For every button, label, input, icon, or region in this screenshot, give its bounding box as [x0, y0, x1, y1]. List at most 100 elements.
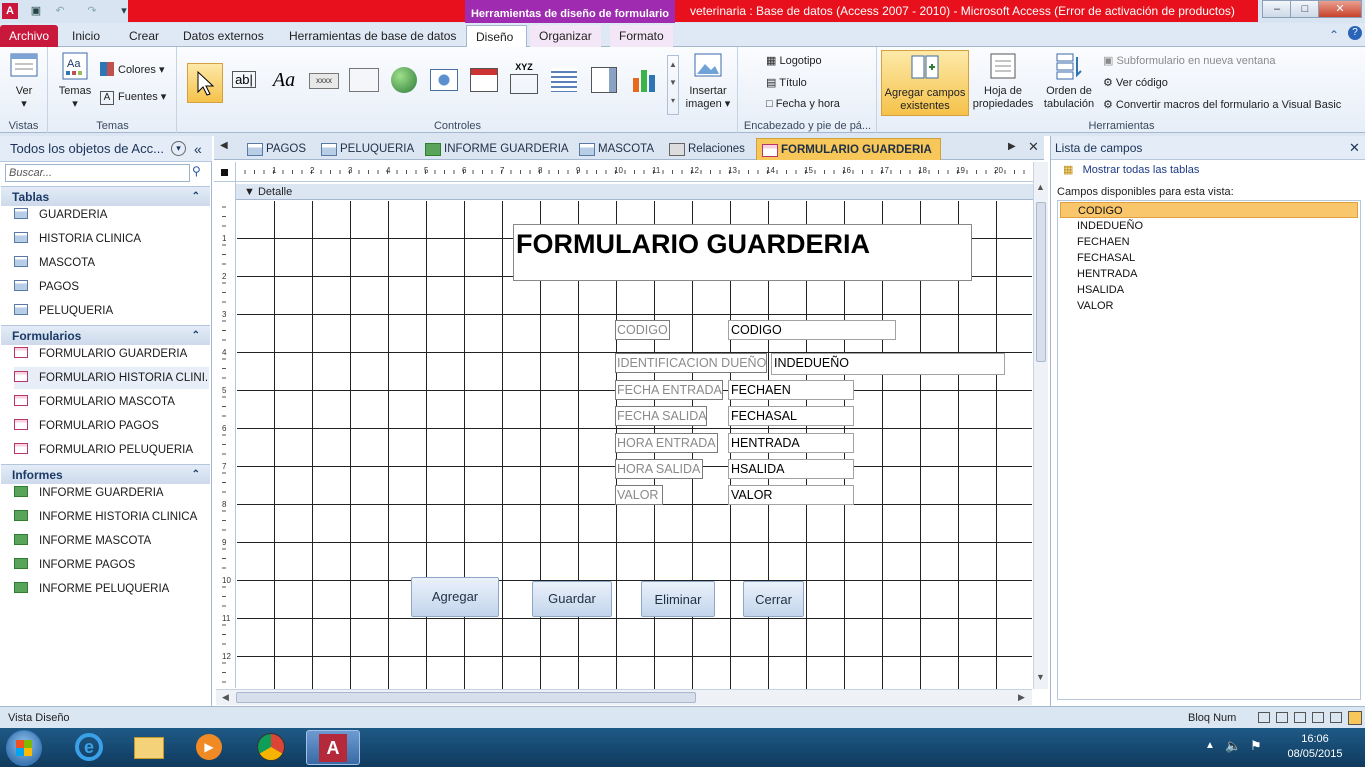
show-all-tables-link[interactable]: ▦ Mostrar todas las tablas — [1063, 163, 1199, 176]
layout-view-icon[interactable] — [1276, 712, 1288, 723]
nav-section-formularios[interactable]: Formularios ⌃ — [1, 325, 210, 345]
doc-tab[interactable]: PELUQUERIA — [316, 138, 422, 160]
field-item[interactable]: FECHASAL — [1060, 250, 1332, 266]
nav-item-table[interactable]: HISTORIA CLINICA — [14, 228, 209, 250]
option-group-icon[interactable]: XYZ — [506, 59, 542, 99]
form-title-label[interactable]: FORMULARIO GUARDERIA — [513, 224, 972, 281]
scroll-left-icon[interactable]: ◀ — [222, 692, 229, 703]
themes-button[interactable]: Aa Temas ▾ — [55, 51, 95, 111]
field-label[interactable]: IDENTIFICACION DUEÑO — [615, 353, 767, 373]
field-item[interactable]: HSALIDA — [1060, 282, 1332, 298]
combobox-control-icon[interactable] — [586, 59, 622, 99]
chrome-icon[interactable] — [244, 730, 298, 765]
subform-new-window-button[interactable]: ▣ Subformulario en nueva ventana — [1103, 54, 1275, 67]
scroll-thumb[interactable] — [236, 692, 696, 703]
file-explorer-icon[interactable] — [122, 730, 176, 765]
nav-item-form[interactable]: FORMULARIO PAGOS — [14, 415, 209, 437]
tab-archivo[interactable]: Archivo — [0, 25, 59, 47]
datasheet-view-icon[interactable] — [1294, 712, 1306, 723]
redo-icon[interactable]: ↷ — [84, 3, 100, 19]
doc-tab-active[interactable]: FORMULARIO GUARDERIA — [756, 138, 941, 160]
eliminar-button[interactable]: Eliminar — [641, 581, 715, 617]
chart-view-icon[interactable] — [1330, 712, 1342, 723]
access-app-icon[interactable]: A — [2, 3, 18, 19]
navigation-control-icon[interactable] — [466, 59, 502, 99]
textbox-control-icon[interactable]: ab| — [226, 59, 262, 99]
design-view-icon[interactable] — [1348, 711, 1362, 725]
start-button[interactable] — [6, 730, 42, 766]
section-bar-detalle[interactable]: ▼ Detalle — [236, 184, 1034, 200]
undo-icon[interactable]: ↶ — [52, 3, 68, 19]
logo-button[interactable]: ▦ Logotipo — [766, 54, 822, 67]
save-icon[interactable]: ▣ — [28, 3, 44, 19]
field-textbox[interactable]: VALOR — [728, 485, 854, 505]
search-icon[interactable]: ⚲ — [192, 164, 201, 178]
nav-item-report[interactable]: INFORME PAGOS — [14, 554, 209, 576]
field-item[interactable]: CODIGO — [1060, 202, 1358, 218]
field-label[interactable]: HORA SALIDA — [615, 459, 703, 479]
volume-icon[interactable]: 🔈 — [1225, 738, 1241, 754]
controls-scroll-icon[interactable]: ▲ ▼ ▾ — [667, 55, 679, 115]
label-control-icon[interactable]: Aa — [266, 59, 302, 99]
select-pointer-icon[interactable] — [187, 63, 223, 103]
view-button[interactable]: Ver ▾ — [4, 51, 44, 111]
internet-explorer-icon[interactable]: e — [62, 730, 116, 765]
scroll-right-icon[interactable]: ▶ — [1018, 692, 1025, 703]
nav-item-table[interactable]: PELUQUERIA — [14, 300, 209, 322]
scroll-thumb[interactable] — [1036, 202, 1046, 362]
nav-collapse-icon[interactable]: « — [194, 136, 202, 162]
tab-diseno[interactable]: Diseño — [466, 25, 527, 47]
field-textbox[interactable]: FECHAEN — [728, 380, 854, 400]
minimize-button[interactable]: – — [1262, 0, 1292, 18]
close-document-icon[interactable]: ✕ — [1028, 139, 1039, 155]
ruler-corner[interactable] — [214, 162, 236, 182]
nav-item-table[interactable]: GUARDERIA — [14, 204, 209, 226]
vertical-scrollbar[interactable]: ▲ ▼ — [1033, 162, 1048, 689]
field-textbox[interactable]: CODIGO — [728, 320, 896, 340]
available-fields-list[interactable]: CODIGO INDEDUEÑO FECHAEN FECHASAL HENTRA… — [1057, 200, 1361, 700]
field-item[interactable]: INDEDUEÑO — [1060, 218, 1332, 234]
page-break-icon[interactable] — [546, 59, 582, 99]
doc-tab[interactable]: INFORME GUARDERIA — [420, 138, 577, 160]
field-item[interactable]: FECHAEN — [1060, 234, 1332, 250]
nav-item-table[interactable]: PAGOS — [14, 276, 209, 298]
field-item[interactable]: HENTRADA — [1060, 266, 1332, 282]
add-existing-fields-button[interactable]: Agregar campos existentes — [881, 50, 969, 116]
convert-macros-button[interactable]: ⚙ Convertir macros del formulario a Visu… — [1103, 98, 1341, 111]
field-label[interactable]: FECHA ENTRADA — [615, 380, 723, 400]
nav-dropdown-icon[interactable]: ▾ — [171, 141, 186, 156]
guardar-button[interactable]: Guardar — [532, 581, 612, 617]
nav-item-form[interactable]: FORMULARIO MASCOTA — [14, 391, 209, 413]
flag-icon[interactable]: ⚑ — [1250, 738, 1262, 754]
tab-datos-externos[interactable]: Datos externos — [174, 25, 273, 47]
nav-section-informes[interactable]: Informes ⌃ — [1, 464, 210, 484]
form-design-canvas[interactable]: FORMULARIO GUARDERIA CODIGO CODIGO IDENT… — [237, 201, 1032, 689]
field-textbox[interactable]: HSALIDA — [728, 459, 854, 479]
field-label[interactable]: CODIGO — [615, 320, 670, 340]
show-hidden-icons[interactable]: ▲ — [1205, 740, 1215, 751]
nav-item-form[interactable]: FORMULARIO PELUQUERIA — [14, 439, 209, 461]
media-player-icon[interactable]: ▶ — [182, 730, 236, 765]
close-pane-icon[interactable]: ✕ — [1349, 136, 1360, 160]
horizontal-scrollbar[interactable]: ◀ ▶ — [216, 689, 1032, 705]
nav-item-report[interactable]: INFORME GUARDERIA — [14, 482, 209, 504]
property-sheet-button[interactable]: Hoja de propiedades — [970, 51, 1036, 111]
nav-item-report[interactable]: INFORME HISTORIA CLINICA — [14, 506, 209, 528]
tabs-scroll-right-icon[interactable]: ▶ — [1008, 141, 1016, 152]
nav-item-report[interactable]: INFORME PELUQUERIA — [14, 578, 209, 600]
field-label[interactable]: FECHA SALIDA — [615, 406, 707, 426]
doc-tab[interactable]: Relaciones — [664, 138, 753, 160]
web-browser-control-icon[interactable] — [426, 59, 462, 99]
button-control-icon[interactable]: xxxx — [306, 59, 342, 99]
form-view-icon[interactable] — [1258, 712, 1270, 723]
date-time-button[interactable]: □ Fecha y hora — [766, 98, 840, 110]
clock[interactable]: 16:06 08/05/2015 — [1280, 732, 1350, 762]
tab-formato[interactable]: Formato — [610, 25, 673, 47]
nav-item-table[interactable]: MASCOTA — [14, 252, 209, 274]
tab-crear[interactable]: Crear — [120, 25, 168, 47]
colors-button[interactable]: Colores ▾ — [100, 62, 164, 76]
chart-control-icon[interactable] — [626, 59, 662, 99]
doc-tab[interactable]: MASCOTA — [574, 138, 662, 160]
field-textbox[interactable]: FECHASAL — [728, 406, 854, 426]
ribbon-collapse-icon[interactable]: ⌃ — [1329, 28, 1339, 42]
